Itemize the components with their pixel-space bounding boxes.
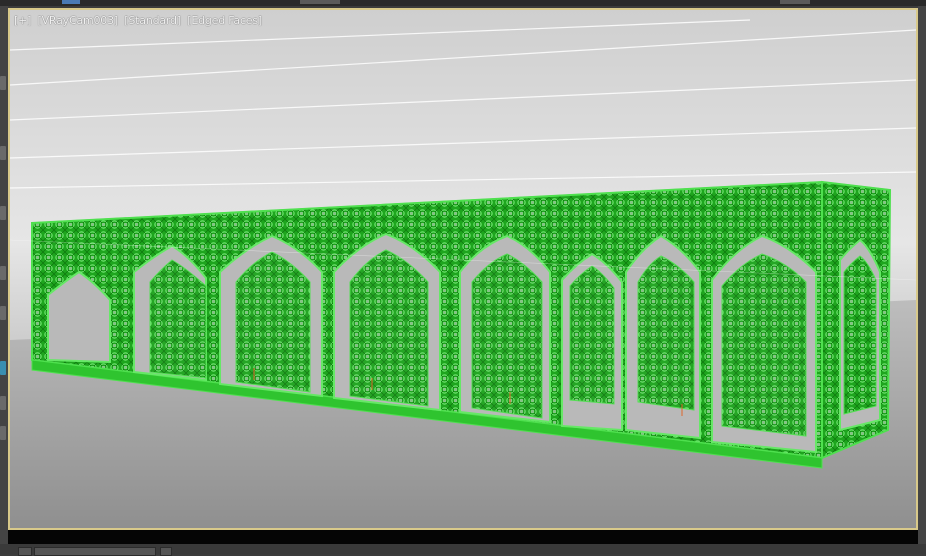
toolbar-segment[interactable] <box>780 0 810 4</box>
viewport-shading-menu[interactable]: [Standard] <box>124 14 181 27</box>
viewport-plus-menu[interactable]: [+] <box>14 14 31 27</box>
viewport-label[interactable]: [+] [VRayCam003] [Standard] [Edged Faces… <box>14 14 265 27</box>
toolbar-button[interactable] <box>0 426 6 440</box>
viewport[interactable]: [+] [VRayCam003] [Standard] [Edged Faces… <box>8 8 918 530</box>
toolbar-button[interactable] <box>0 76 6 90</box>
status-button[interactable] <box>18 547 32 556</box>
viewport-scene[interactable] <box>10 10 916 528</box>
left-toolbar <box>0 6 8 546</box>
viewport-camera-menu[interactable]: [VRayCam003] <box>38 14 119 27</box>
top-toolbar-strip <box>0 0 926 6</box>
toolbar-button[interactable] <box>0 396 6 410</box>
status-field[interactable] <box>34 547 156 556</box>
active-tab-indicator[interactable] <box>62 0 80 4</box>
toolbar-button[interactable] <box>0 361 6 375</box>
end-arch-screen[interactable] <box>843 255 877 415</box>
viewport-display-menu[interactable]: [Edged Faces] <box>187 14 262 27</box>
toolbar-button[interactable] <box>0 266 6 280</box>
status-button[interactable] <box>160 547 172 556</box>
status-bar <box>0 544 926 556</box>
viewport-safe-frame-bar <box>8 530 918 544</box>
right-toolbar <box>918 6 926 546</box>
toolbar-button[interactable] <box>0 206 6 220</box>
toolbar-segment[interactable] <box>300 0 340 4</box>
toolbar-button[interactable] <box>0 146 6 160</box>
toolbar-button[interactable] <box>0 306 6 320</box>
